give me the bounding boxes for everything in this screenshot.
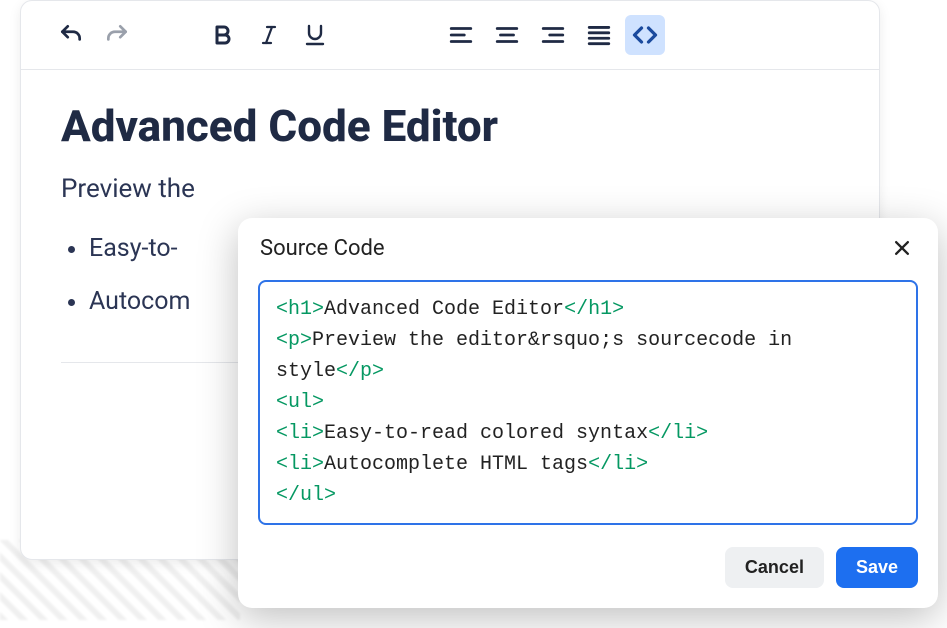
source-code-textarea[interactable]: <h1>Advanced Code Editor</h1> <p>Preview… — [258, 280, 918, 525]
dialog-header: Source Code — [238, 218, 938, 274]
align-left-icon — [448, 22, 474, 48]
close-icon — [892, 238, 912, 258]
format-group — [203, 15, 335, 55]
code-text: Easy-to-read colored syntax — [324, 422, 648, 445]
align-center-button[interactable] — [487, 15, 527, 55]
align-right-button[interactable] — [533, 15, 573, 55]
code-tag: </li> — [648, 422, 708, 445]
align-right-icon — [540, 22, 566, 48]
code-tag: <h1> — [276, 298, 324, 321]
cancel-button[interactable]: Cancel — [725, 547, 824, 588]
source-code-dialog: Source Code <h1>Advanced Code Editor</h1… — [238, 218, 938, 608]
dialog-title: Source Code — [260, 236, 385, 261]
content-heading: Advanced Code Editor — [61, 100, 839, 152]
code-tag: <li> — [276, 422, 324, 445]
source-code-button[interactable] — [625, 15, 665, 55]
save-button[interactable]: Save — [836, 547, 918, 588]
code-tag: </li> — [588, 453, 648, 476]
code-text: Advanced Code Editor — [324, 298, 564, 321]
undo-button[interactable] — [51, 15, 91, 55]
content-paragraph: Preview the — [61, 174, 839, 204]
toolbar — [21, 1, 879, 70]
underline-icon — [303, 23, 327, 47]
code-tag: </ul> — [276, 484, 336, 507]
italic-button[interactable] — [249, 15, 289, 55]
code-text: Autocomplete HTML tags — [324, 453, 588, 476]
redo-icon — [104, 22, 130, 48]
align-left-button[interactable] — [441, 15, 481, 55]
code-tag: </p> — [336, 360, 384, 383]
bold-button[interactable] — [203, 15, 243, 55]
history-group — [51, 15, 137, 55]
redo-button[interactable] — [97, 15, 137, 55]
code-tag: <ul> — [276, 391, 324, 414]
align-justify-button[interactable] — [579, 15, 619, 55]
underline-button[interactable] — [295, 15, 335, 55]
align-group — [441, 15, 665, 55]
italic-icon — [257, 23, 281, 47]
align-justify-icon — [586, 22, 612, 48]
code-tag: <p> — [276, 329, 312, 352]
code-tag: </h1> — [564, 298, 624, 321]
close-button[interactable] — [888, 234, 916, 262]
code-tag: <li> — [276, 453, 324, 476]
code-icon — [631, 21, 659, 49]
bold-icon — [211, 23, 235, 47]
dialog-footer: Cancel Save — [238, 539, 938, 608]
align-center-icon — [494, 22, 520, 48]
undo-icon — [58, 22, 84, 48]
